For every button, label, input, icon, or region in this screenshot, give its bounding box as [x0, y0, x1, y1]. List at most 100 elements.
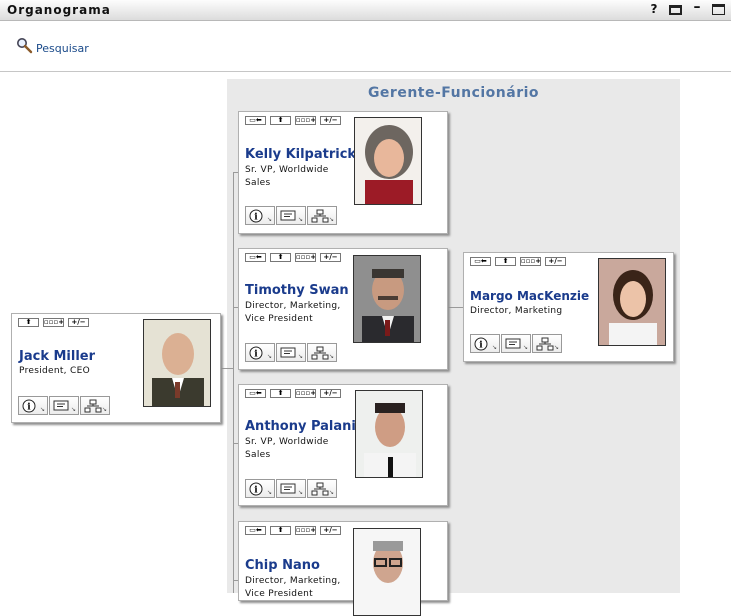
info-icon: i: [249, 346, 263, 360]
expand-collapse-button[interactable]: +/−: [68, 318, 89, 327]
info-button[interactable]: i ↘: [470, 334, 500, 353]
print-icon[interactable]: [669, 4, 682, 15]
card-action-buttons: i ↘ ↘ ↘: [245, 479, 337, 498]
show-children-button[interactable]: ▫▫▫+: [295, 389, 316, 398]
card-action-buttons: i ↘ ↘ ↘: [18, 396, 110, 415]
search-label: Pesquisar: [36, 42, 89, 55]
search-link[interactable]: Pesquisar: [16, 37, 89, 55]
card-nav-buttons: ▭⬅ ⬆ ▫▫▫+ +/−: [245, 389, 341, 398]
info-button[interactable]: i ↘: [245, 479, 275, 498]
svg-text:i: i: [479, 341, 483, 351]
person-name[interactable]: Margo MacKenzie: [470, 289, 589, 303]
person-name[interactable]: Anthony Palani: [245, 419, 356, 434]
person-photo: [353, 528, 421, 616]
org-chart-button[interactable]: ↘: [307, 343, 337, 362]
svg-text:i: i: [254, 350, 258, 360]
search-icon: [17, 38, 33, 54]
minimize-icon[interactable]: –: [690, 0, 704, 16]
connector-line: [448, 307, 463, 308]
svg-text:i: i: [254, 213, 258, 223]
email-button[interactable]: ↘: [49, 396, 79, 415]
show-manager-button[interactable]: ▭⬅: [245, 389, 266, 398]
person-card-chip-nano[interactable]: ▭⬅ ⬆ ▫▫▫+ +/− Chip Nano Director, Market…: [238, 521, 448, 616]
person-title: Director, Marketing, Vice President: [245, 576, 341, 599]
show-children-button[interactable]: ▫▫▫+: [295, 526, 316, 535]
help-icon[interactable]: ?: [647, 2, 661, 16]
person-card-kelly-kilpatrick[interactable]: ▭⬅ ⬆ ▫▫▫+ +/− Kelly Kilpatrick Sr. VP, W…: [238, 111, 448, 234]
person-title: Director, Marketing, Vice President: [245, 301, 341, 324]
show-manager-button[interactable]: ▭⬅: [470, 257, 491, 266]
person-card-timothy-swan[interactable]: ▭⬅ ⬆ ▫▫▫+ +/− Timothy Swan Director, Mar…: [238, 248, 448, 370]
window-title: Organograma: [7, 3, 111, 17]
show-children-button[interactable]: ▫▫▫+: [43, 318, 64, 327]
org-chart-button[interactable]: ↘: [532, 334, 562, 353]
connector-line: [233, 172, 234, 593]
show-manager-button[interactable]: ▭⬅: [245, 526, 266, 535]
show-manager-button[interactable]: ▭⬅: [245, 116, 266, 125]
show-children-button[interactable]: ▫▫▫+: [295, 253, 316, 262]
person-card-anthony-palani[interactable]: ▭⬅ ⬆ ▫▫▫+ +/− Anthony Palani Sr. VP, Wor…: [238, 384, 448, 506]
info-button[interactable]: i ↘: [245, 206, 275, 225]
svg-text:i: i: [27, 403, 31, 413]
go-up-button[interactable]: ⬆: [495, 257, 516, 266]
email-button[interactable]: ↘: [501, 334, 531, 353]
expand-collapse-button[interactable]: +/−: [545, 257, 566, 266]
email-icon: [505, 338, 521, 349]
card-nav-buttons: ▭⬅ ⬆ ▫▫▫+ +/−: [245, 253, 341, 262]
org-chart-icon: [311, 346, 329, 360]
go-up-button[interactable]: ⬆: [270, 253, 291, 262]
person-title: Sr. VP, Worldwide Sales: [245, 437, 329, 460]
card-nav-buttons: ⬆ ▫▫▫+ +/−: [18, 318, 89, 327]
go-up-button[interactable]: ⬆: [270, 389, 291, 398]
email-icon: [53, 400, 69, 411]
expand-collapse-button[interactable]: +/−: [320, 526, 341, 535]
show-manager-button[interactable]: ▭⬅: [245, 253, 266, 262]
show-children-button[interactable]: ▫▫▫+: [520, 257, 541, 266]
card-action-buttons: i ↘ ↘ ↘: [245, 206, 337, 225]
go-up-button[interactable]: ⬆: [270, 526, 291, 535]
expand-collapse-button[interactable]: +/−: [320, 116, 341, 125]
email-icon: [280, 210, 296, 221]
org-chart-button[interactable]: ↘: [80, 396, 110, 415]
email-button[interactable]: ↘: [276, 343, 306, 362]
info-icon: i: [474, 337, 488, 351]
org-chart-icon: [311, 209, 329, 223]
person-name[interactable]: Kelly Kilpatrick: [245, 147, 356, 162]
person-card-margo-mackenzie[interactable]: ▭⬅ ⬆ ▫▫▫+ +/− Margo MacKenzie Director, …: [463, 252, 674, 362]
email-icon: [280, 483, 296, 494]
person-title: Director, Marketing: [470, 306, 563, 316]
person-title: President, CEO: [19, 366, 90, 376]
card-nav-buttons: ▭⬅ ⬆ ▫▫▫+ +/−: [245, 116, 341, 125]
person-name[interactable]: Chip Nano: [245, 558, 320, 573]
info-button[interactable]: i ↘: [245, 343, 275, 362]
org-chart-icon: [311, 482, 329, 496]
org-chart-button[interactable]: ↘: [307, 206, 337, 225]
show-children-button[interactable]: ▫▫▫+: [295, 116, 316, 125]
expand-collapse-button[interactable]: +/−: [320, 389, 341, 398]
org-chart-icon: [84, 399, 102, 413]
go-up-button[interactable]: ⬆: [270, 116, 291, 125]
person-name[interactable]: Timothy Swan: [245, 283, 349, 298]
email-button[interactable]: ↘: [276, 206, 306, 225]
svg-text:i: i: [254, 486, 258, 496]
email-icon: [280, 347, 296, 358]
person-photo: [143, 319, 211, 407]
person-photo: [353, 255, 421, 343]
connector-line: [221, 368, 234, 369]
maximize-icon[interactable]: [712, 4, 725, 15]
info-icon: i: [249, 209, 263, 223]
org-chart-button[interactable]: ↘: [307, 479, 337, 498]
expand-collapse-button[interactable]: +/−: [320, 253, 341, 262]
go-up-button[interactable]: ⬆: [18, 318, 39, 327]
person-card-jack-miller[interactable]: ⬆ ▫▫▫+ +/− Jack Miller President, CEO i ↘…: [11, 313, 221, 423]
person-photo: [598, 258, 666, 346]
person-photo: [355, 390, 423, 478]
info-button[interactable]: i ↘: [18, 396, 48, 415]
card-action-buttons: i ↘ ↘ ↘: [470, 334, 562, 353]
info-icon: i: [22, 399, 36, 413]
person-photo: [354, 117, 422, 205]
window-titlebar: Organograma ? –: [0, 0, 731, 21]
person-name[interactable]: Jack Miller: [19, 349, 95, 364]
chart-heading: Gerente-Funcionário: [367, 85, 540, 101]
email-button[interactable]: ↘: [276, 479, 306, 498]
